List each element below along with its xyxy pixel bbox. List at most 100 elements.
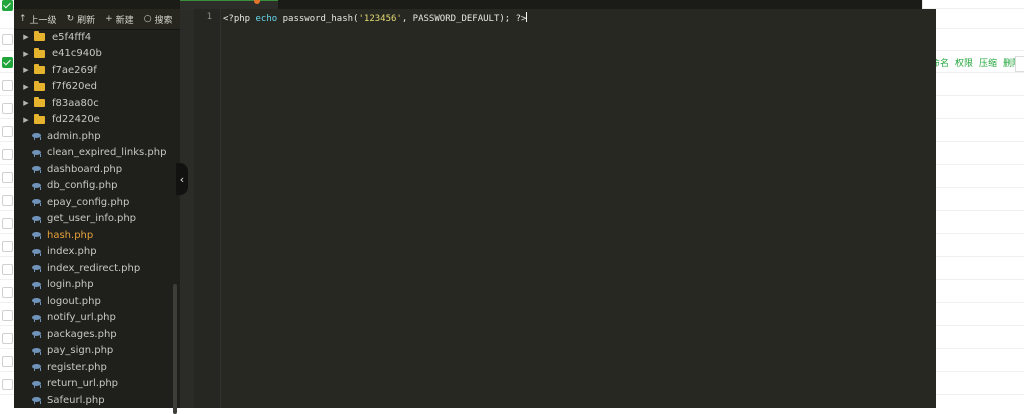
file-item[interactable]: return_url.php xyxy=(14,376,174,392)
folder-label: e5f4fff4 xyxy=(52,31,92,43)
folder-item[interactable]: ▶ e41c940b xyxy=(14,46,174,62)
file-tree-toolbar: ↑ 上一级 ↻ 刷新 + 新建 ○ 搜索 xyxy=(14,9,180,30)
row-checkbox[interactable] xyxy=(2,241,13,252)
php-file-icon xyxy=(32,314,42,322)
file-item-active[interactable]: hash.php xyxy=(14,227,174,243)
file-item[interactable]: Safeurl.php xyxy=(14,392,174,408)
refresh-button[interactable]: ↻ 刷新 xyxy=(62,9,101,29)
folder-item[interactable]: ▶ f7f620ed xyxy=(14,79,174,95)
editor-tab-bar xyxy=(14,0,922,10)
php-file-icon xyxy=(32,215,42,223)
php-file-icon xyxy=(32,297,42,305)
file-item[interactable]: pay_sign.php xyxy=(14,343,174,359)
folder-icon xyxy=(34,80,45,91)
file-label: logout.php xyxy=(47,295,101,307)
file-label: login.php xyxy=(47,279,94,290)
side-panel-tab[interactable] xyxy=(1015,56,1024,72)
code-line[interactable]: <?php echo password_hash('123456', PASSW… xyxy=(223,12,528,24)
file-label: return_url.php xyxy=(47,378,119,389)
folder-icon xyxy=(34,64,45,74)
folder-item[interactable]: ▶ e5f4fff4 xyxy=(14,29,174,45)
file-label: hash.php xyxy=(47,229,94,241)
caret-right-icon[interactable]: ▶ xyxy=(22,33,30,41)
caret-right-icon[interactable]: ▶ xyxy=(22,50,30,58)
row-checkbox[interactable] xyxy=(2,310,13,321)
row-checkbox[interactable] xyxy=(2,34,13,45)
php-file-icon xyxy=(32,264,42,272)
file-label: register.php xyxy=(47,361,107,373)
file-label: get_user_info.php xyxy=(47,213,137,224)
php-file-icon xyxy=(32,347,42,355)
folder-item[interactable]: ▶ fd22420e xyxy=(14,112,174,128)
caret-right-icon[interactable]: ▶ xyxy=(22,66,30,74)
code-editor[interactable]: <?php echo password_hash('123456', PASSW… xyxy=(221,9,936,408)
folder-icon xyxy=(34,31,45,41)
file-label: packages.php xyxy=(47,328,117,340)
row-checkbox[interactable] xyxy=(2,126,13,137)
folder-item[interactable]: ▶ f83aa80c xyxy=(14,95,174,111)
file-item[interactable]: notify_url.php xyxy=(14,310,174,326)
row-checkbox[interactable] xyxy=(2,356,13,367)
up-level-button[interactable]: ↑ 上一级 xyxy=(14,9,62,29)
text-cursor xyxy=(526,12,528,22)
select-all-checkbox[interactable] xyxy=(2,0,13,11)
row-checkbox[interactable] xyxy=(2,379,13,390)
file-item[interactable]: clean_expired_links.php xyxy=(14,145,174,161)
permission-link[interactable]: 权限 xyxy=(955,59,973,69)
row-checkbox[interactable] xyxy=(2,80,13,91)
row-checkbox[interactable] xyxy=(2,287,13,298)
caret-right-icon[interactable]: ▶ xyxy=(22,99,30,107)
row-checkbox[interactable] xyxy=(2,103,13,114)
file-tree-scrollbar[interactable] xyxy=(173,284,177,414)
row-checkbox[interactable] xyxy=(2,57,13,68)
php-file-icon xyxy=(32,396,42,404)
folder-label: f7ae269f xyxy=(52,64,97,76)
new-button[interactable]: + 新建 xyxy=(100,9,139,29)
code-token-open-tag: <?php xyxy=(223,14,256,24)
file-item[interactable]: index.php xyxy=(14,244,174,260)
file-item[interactable]: dashboard.php xyxy=(14,161,174,177)
row-checkbox[interactable] xyxy=(2,264,13,275)
search-icon: ○ xyxy=(143,14,152,24)
row-checkbox[interactable] xyxy=(2,218,13,229)
collapse-sidebar-button[interactable]: ‹ xyxy=(176,163,188,195)
folder-icon xyxy=(34,97,45,107)
folder-label: e41c940b xyxy=(52,48,102,59)
arrow-up-icon: ↑ xyxy=(19,14,27,24)
folder-item[interactable]: ▶ f7ae269f xyxy=(14,62,174,78)
file-item[interactable]: packages.php xyxy=(14,326,174,342)
php-file-icon xyxy=(32,132,42,140)
up-level-label: 上一级 xyxy=(29,15,57,26)
file-item[interactable]: login.php xyxy=(14,277,174,293)
file-label: index_redirect.php xyxy=(47,262,141,274)
file-item[interactable]: epay_config.php xyxy=(14,194,174,210)
folder-icon xyxy=(34,47,45,58)
refresh-label: 刷新 xyxy=(77,15,96,26)
php-file-icon xyxy=(32,182,42,190)
row-checkbox[interactable] xyxy=(2,149,13,160)
file-item[interactable]: index_redirect.php xyxy=(14,260,174,276)
php-file-icon xyxy=(32,149,42,157)
caret-right-icon[interactable]: ▶ xyxy=(22,83,30,91)
file-item[interactable]: admin.php xyxy=(14,128,174,144)
php-file-icon xyxy=(32,198,42,206)
folder-label: fd22420e xyxy=(52,114,100,125)
file-item[interactable]: register.php xyxy=(14,359,174,375)
file-item[interactable]: logout.php xyxy=(14,293,174,309)
row-checkbox[interactable] xyxy=(2,172,13,183)
compress-link[interactable]: 压缩 xyxy=(979,59,997,69)
search-label: 搜索 xyxy=(154,15,173,26)
php-file-icon xyxy=(32,248,42,256)
file-label: clean_expired_links.php xyxy=(47,147,167,158)
plus-icon: + xyxy=(105,14,113,24)
file-item[interactable]: db_config.php xyxy=(14,178,174,194)
search-button[interactable]: ○ 搜索 xyxy=(139,9,178,29)
caret-right-icon[interactable]: ▶ xyxy=(22,116,30,124)
file-item[interactable]: get_user_info.php xyxy=(14,211,174,227)
row-checkbox[interactable] xyxy=(2,333,13,344)
php-file-icon xyxy=(32,330,42,338)
code-token-keyword: echo xyxy=(255,14,278,24)
file-label: admin.php xyxy=(47,130,101,142)
row-checkbox[interactable] xyxy=(2,195,13,206)
code-token-string: '123456' xyxy=(358,14,402,24)
